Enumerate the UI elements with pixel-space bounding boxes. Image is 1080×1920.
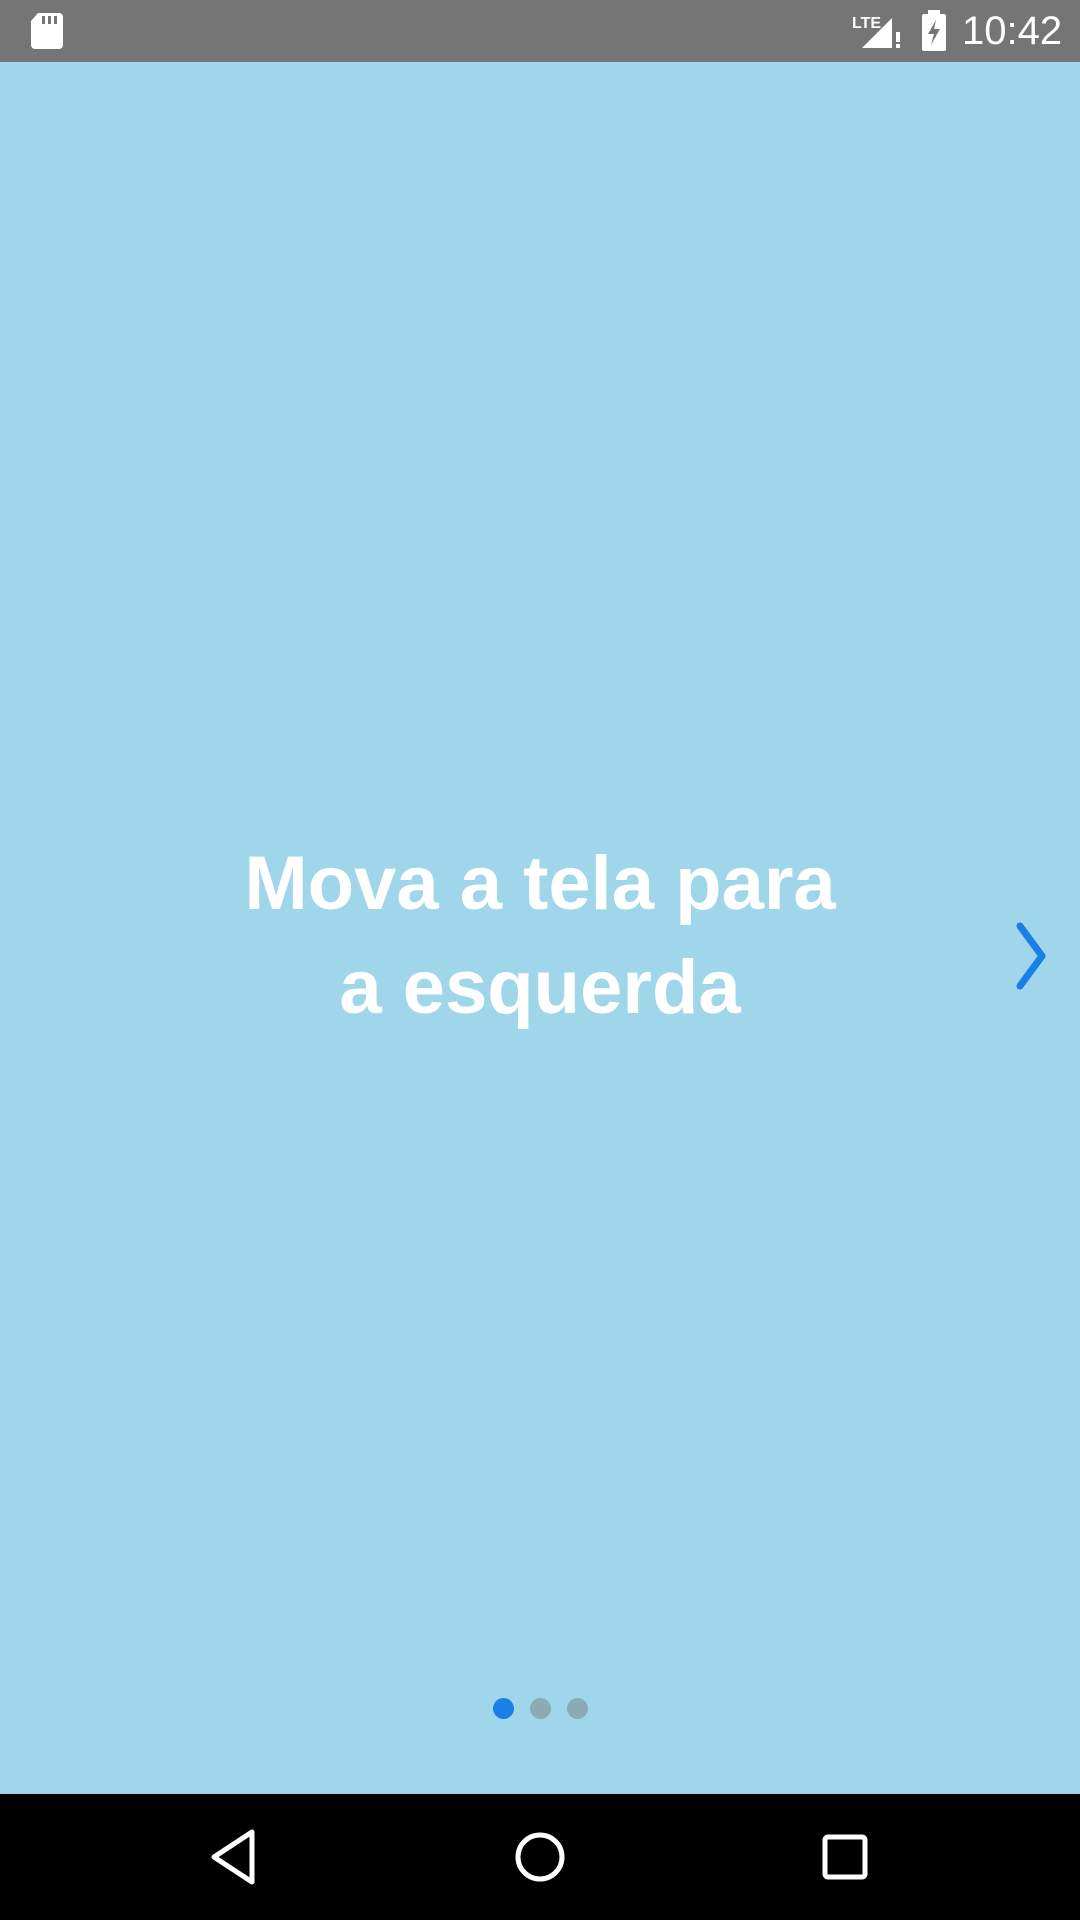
page-indicator-dot-3[interactable] bbox=[566, 1698, 588, 1719]
onboarding-page[interactable]: Mova a tela para a esquerda bbox=[0, 62, 1080, 1794]
status-bar: LTE 10:42 bbox=[0, 0, 1080, 62]
back-icon[interactable] bbox=[200, 1822, 270, 1892]
page-indicator-dot-1[interactable] bbox=[492, 1698, 514, 1719]
onboarding-headline: Mova a tela para a esquerda bbox=[140, 832, 940, 1040]
home-icon[interactable] bbox=[505, 1822, 575, 1892]
status-clock: 10:42 bbox=[962, 9, 1063, 53]
recents-icon[interactable] bbox=[810, 1822, 880, 1892]
headline-line-2: a esquerda bbox=[339, 945, 741, 1030]
network-type-label: LTE bbox=[852, 15, 881, 32]
navigation-bar bbox=[0, 1794, 1080, 1920]
sd-card-icon bbox=[31, 13, 63, 49]
headline-line-1: Mova a tela para bbox=[244, 841, 836, 926]
page-indicator bbox=[0, 1698, 1080, 1722]
onboarding-screen: LTE 10:42 Mova a tela para a esquerda bbox=[0, 0, 1080, 1920]
page-indicator-dot-2[interactable] bbox=[529, 1698, 551, 1719]
chevron-right-icon[interactable] bbox=[1012, 918, 1052, 994]
battery-charging-icon bbox=[922, 10, 946, 51]
signal-icon: LTE bbox=[852, 15, 900, 48]
